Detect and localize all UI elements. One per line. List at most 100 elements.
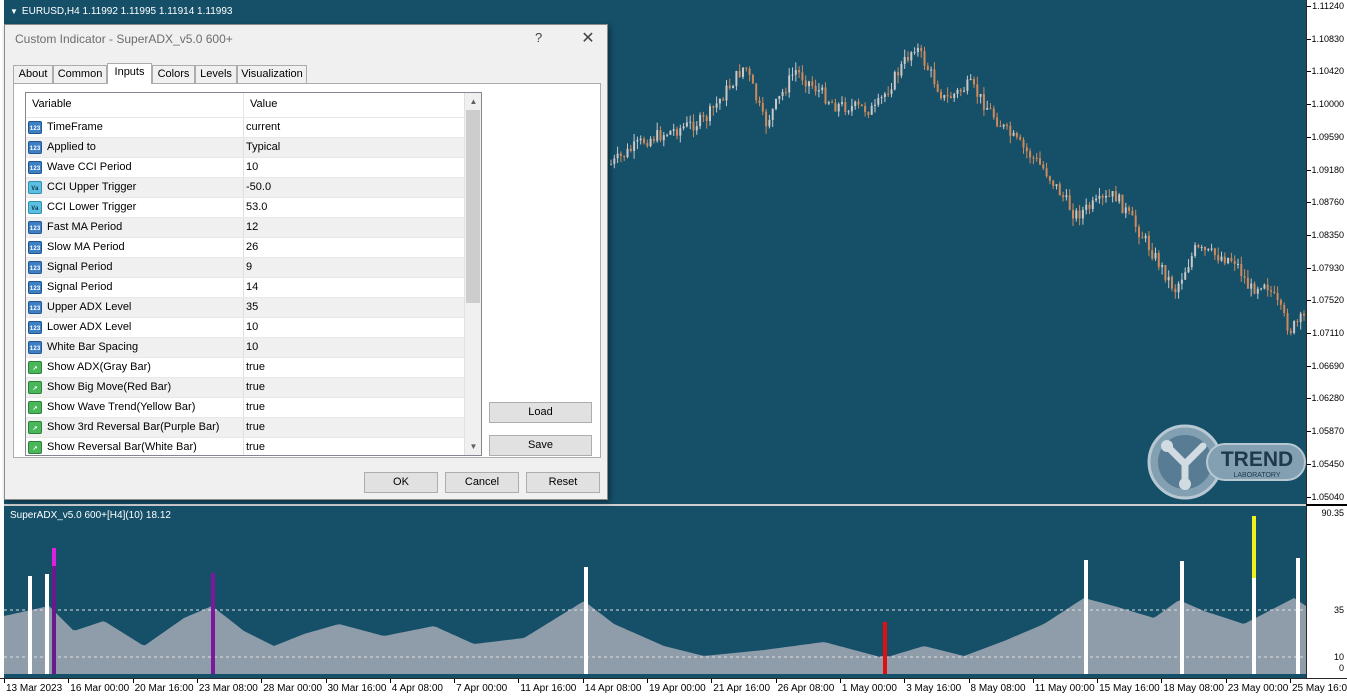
param-value[interactable]: 10 [246,341,258,353]
tab-levels[interactable]: Levels [195,65,237,83]
grid-row[interactable]: ↗ Show 3rd Reversal Bar(Purple Bar) true [26,417,464,438]
help-icon[interactable]: ? [535,30,542,45]
price-axis[interactable]: 1.11240 1.10830 1.10420 1.10000 1.09590 1.091… [1306,0,1347,504]
param-value[interactable]: -50.0 [246,181,271,193]
candle-body [979,93,982,97]
column-header-value[interactable]: Value [250,98,277,110]
param-value[interactable]: true [246,441,265,453]
time-tick [389,679,391,683]
candle-body [1134,215,1137,227]
price-label: 1.06280 [1311,393,1344,404]
column-header-variable[interactable]: Variable [32,98,72,110]
grid-row[interactable]: Va CCI Lower Trigger 53.0 [26,197,464,218]
candle-body [956,89,959,94]
time-label: 23 Mar 08:00 [198,683,258,694]
param-value[interactable]: 12 [246,221,258,233]
reset-button[interactable]: Reset [526,472,600,493]
price-label: 1.05450 [1311,458,1344,469]
grid-row[interactable]: 123 TimeFrame current [26,117,464,138]
param-value[interactable]: 35 [246,301,258,313]
time-label: 19 Apr 00:00 [649,683,706,694]
tab-about[interactable]: About [13,65,53,83]
param-value[interactable]: 10 [246,161,258,173]
collapse-triangle-icon[interactable]: ▼ [10,7,18,16]
time-tick [1290,679,1291,683]
time-label: 26 Apr 08:00 [777,683,835,694]
candle-body [1114,191,1117,202]
param-value[interactable]: 9 [246,261,252,273]
param-value[interactable]: true [246,421,265,433]
grid-row[interactable]: ↗ Show Big Move(Red Bar) true [26,377,464,398]
grid-row[interactable]: ↗ Show ADX(Gray Bar) true [26,357,464,378]
cell-divider [243,118,244,138]
param-value[interactable]: Typical [246,141,280,153]
price-tick [1307,496,1311,498]
time-tick [1225,679,1227,683]
scroll-down-icon[interactable]: ▼ [465,438,481,455]
grid-row[interactable]: ↗ Show Wave Trend(Yellow Bar) true [26,397,464,418]
tab-visualization[interactable]: Visualization [237,65,307,83]
indicator-axis[interactable]: 90.35 35 10 0 [1306,506,1347,678]
candle-body [1138,226,1140,238]
price-label: 1.05040 [1311,491,1344,502]
close-icon[interactable]: ✕ [577,28,599,50]
candle-body [989,108,992,110]
cancel-button[interactable]: Cancel [445,472,519,493]
scroll-up-icon[interactable]: ▲ [465,93,481,110]
save-button[interactable]: Save [489,435,592,456]
candle-body [874,104,876,106]
vertical-scrollbar[interactable]: ▲ ▼ [464,93,481,455]
grid-row[interactable]: 123 Signal Period 14 [26,277,464,298]
candle-body [1105,195,1107,198]
grid-row[interactable]: 123 Signal Period 9 [26,257,464,278]
grid-row[interactable]: 123 Fast MA Period 12 [26,217,464,238]
inputs-panel: Variable Value 123 TimeFrame current 123 App… [13,83,601,458]
grid-row[interactable]: ↗ Show Reversal Bar(White Bar) true [26,437,464,455]
candle-body [1227,258,1230,264]
time-axis[interactable]: 13 Mar 2023 16 Mar 00:00 20 Mar 16:00 23 Ma… [0,678,1347,699]
candle-body [916,48,919,53]
param-value[interactable]: 53.0 [246,201,267,213]
load-button[interactable]: Load [489,402,592,423]
param-value[interactable]: 26 [246,241,258,253]
custom-indicator-dialog[interactable]: Custom Indicator - SuperADX_v5.0 600+ ? … [4,24,608,500]
candle-body [1111,191,1114,197]
tab-inputs[interactable]: Inputs [107,63,152,84]
scrollbar-thumb[interactable] [466,110,480,303]
tab-colors[interactable]: Colors [152,65,195,83]
cell-divider [243,278,244,298]
grid-row[interactable]: 123 Upper ADX Level 35 [26,297,464,318]
param-name: White Bar Spacing [47,341,139,353]
time-tick [839,679,841,683]
ok-button[interactable]: OK [364,472,438,493]
param-value[interactable]: 14 [246,281,258,293]
grid-row[interactable]: 123 Lower ADX Level 10 [26,317,464,338]
tab-common[interactable]: Common [53,65,107,83]
candle-body [887,93,890,95]
price-tick [1307,136,1311,138]
candle-body [1131,210,1134,216]
grid-row[interactable]: 123 White Bar Spacing 10 [26,337,464,358]
candle-body [1091,200,1094,210]
param-value[interactable]: true [246,361,265,373]
param-value[interactable]: true [246,401,265,413]
candle-body [907,56,909,61]
param-value[interactable]: 10 [246,321,258,333]
candle-body [808,81,810,87]
param-value[interactable]: true [246,381,265,393]
candle-body [949,96,952,99]
signal-bar [1084,560,1088,674]
candle-body [732,85,735,89]
grid-row[interactable]: 123 Applied to Typical [26,137,464,158]
param-value[interactable]: current [246,121,280,133]
grid-row[interactable]: 123 Slow MA Period 26 [26,237,464,258]
param-name: Show Wave Trend(Yellow Bar) [47,401,196,413]
grid-row[interactable]: 123 Wave CCI Period 10 [26,157,464,178]
indicator-window[interactable]: SuperADX_v5.0 600+[H4](10) 18.12 [4,506,1306,678]
inputs-grid[interactable]: Variable Value 123 TimeFrame current 123 App… [25,92,482,456]
candle-body [1303,313,1305,316]
grid-row[interactable]: Va CCI Upper Trigger -50.0 [26,177,464,198]
column-divider[interactable] [243,93,244,117]
candle-body [679,128,682,136]
candle-body [1233,261,1236,264]
